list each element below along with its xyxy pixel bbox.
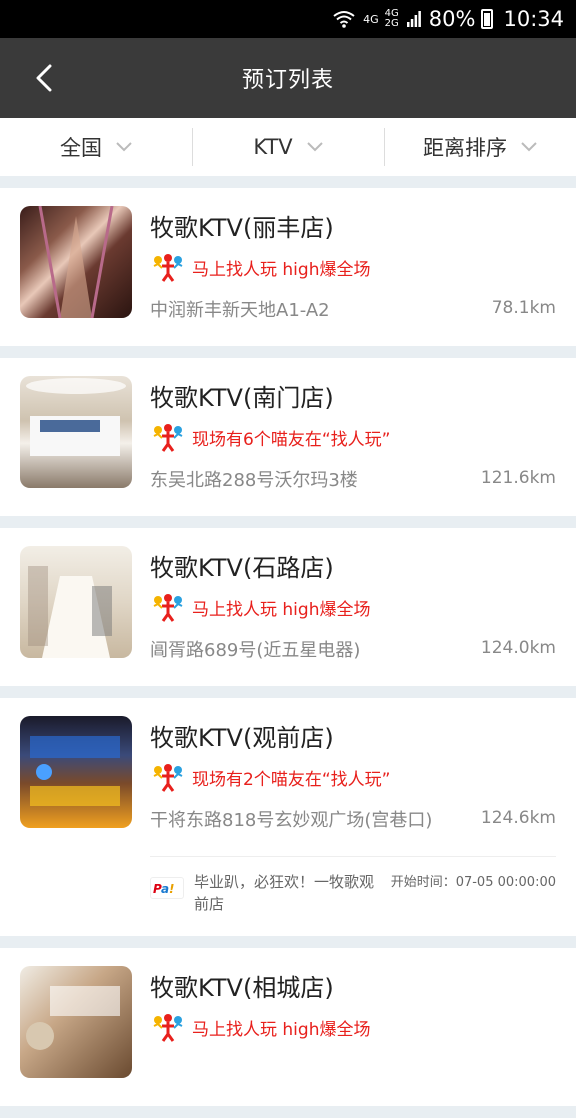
promo-line: 现场有6个喵友在“找人玩” (150, 422, 390, 452)
store-name: 牧歌KTV(南门店) (150, 384, 334, 412)
filter-bar: 全国 KTV 距离排序 (0, 118, 576, 176)
filter-category[interactable]: KTV (192, 118, 384, 176)
chevron-down-icon (521, 142, 537, 152)
store-distance: 121.6km (480, 468, 556, 488)
filter-region[interactable]: 全国 (0, 118, 192, 176)
store-name: 牧歌KTV(石路店) (150, 554, 334, 582)
promo-line: 马上找人玩 high爆全场 (150, 1012, 370, 1042)
store-photo (20, 966, 132, 1078)
party-people-icon (153, 254, 183, 282)
filter-sort[interactable]: 距离排序 (384, 118, 576, 176)
back-button[interactable] (26, 60, 62, 96)
promo-line: 现场有2个喵友在“找人玩” (150, 762, 390, 792)
network-signal: 4G 2G (385, 9, 399, 29)
store-address: 干将东路818号玄妙观广场(宫巷口) (150, 810, 433, 831)
filter-category-label: KTV (253, 135, 293, 159)
chevron-down-icon (116, 142, 132, 152)
promo-line: 马上找人玩 high爆全场 (150, 252, 370, 282)
chevron-down-icon (306, 142, 323, 152)
network-type: 4G (363, 12, 379, 26)
promo-text: 马上找人玩 high爆全场 (192, 259, 371, 280)
promo-line: 马上找人玩 high爆全场 (150, 592, 370, 622)
party-people-icon (153, 594, 183, 622)
store-address: 中润新丰新天地A1-A2 (150, 300, 330, 321)
store-address: 东吴北路288号沃尔玛3楼 (150, 470, 358, 491)
event-logo-icon: Pa! (150, 877, 184, 899)
store-distance: 124.0km (480, 638, 556, 658)
store-photo (20, 716, 132, 828)
store-photo (20, 376, 132, 488)
party-people-icon (153, 764, 183, 792)
chevron-left-icon (36, 64, 52, 92)
promo-text: 现场有6个喵友在“找人玩” (192, 429, 391, 450)
network-type-bottom: 2G (384, 18, 399, 29)
store-card[interactable]: 牧歌KTV(丽丰店) 马上找人玩 high爆全场 中润新丰新天地A1-A2 78… (0, 188, 576, 346)
battery-percent: 80% (428, 7, 476, 31)
store-distance: 124.6km (480, 808, 556, 828)
store-name: 牧歌KTV(观前店) (150, 724, 334, 752)
party-people-icon (153, 1014, 183, 1042)
event-title: 毕业趴，必狂欢！一牧歌观前店 (194, 873, 375, 913)
promo-text: 现场有2个喵友在“找人玩” (192, 769, 391, 790)
store-photo (20, 546, 132, 658)
event-item[interactable]: Pa! 毕业趴，必狂欢！一牧歌观前店 开始时间：07-05 00:00:00 (150, 856, 556, 936)
store-name: 牧歌KTV(相城店) (150, 974, 334, 1002)
promo-text: 马上找人玩 high爆全场 (192, 1019, 371, 1040)
store-card[interactable]: 牧歌KTV(石路店) 马上找人玩 high爆全场 阊胥路689号(近五星电器) … (0, 528, 576, 686)
store-name: 牧歌KTV(丽丰店) (150, 214, 334, 242)
clock: 10:34 (503, 7, 564, 31)
filter-region-label: 全国 (60, 136, 102, 160)
promo-text: 马上找人玩 high爆全场 (192, 599, 371, 620)
wifi-icon (333, 10, 355, 28)
app-header: 预订列表 (0, 38, 576, 118)
svg-text:!: ! (169, 882, 174, 896)
event-start-time: 开始时间：07-05 00:00:00 (390, 875, 556, 890)
filter-sort-label: 距离排序 (423, 136, 507, 160)
store-address: 阊胥路689号(近五星电器) (150, 640, 361, 661)
store-card[interactable]: 牧歌KTV(南门店) 现场有6个喵友在“找人玩” 东吴北路288号沃尔玛3楼 1… (0, 358, 576, 516)
page-title: 预订列表 (241, 68, 334, 93)
store-card[interactable]: 牧歌KTV(相城店) 马上找人玩 high爆全场 (0, 948, 576, 1106)
svg-text:a: a (161, 882, 169, 896)
party-people-icon (153, 424, 183, 452)
battery-icon (481, 9, 494, 29)
status-bar: 4G 4G 2G 80% 10:34 (0, 0, 576, 38)
store-photo (20, 206, 132, 318)
store-distance: 78.1km (491, 298, 556, 318)
store-card[interactable]: 牧歌KTV(观前店) 现场有2个喵友在“找人玩” 干将东路818号玄妙观广场(宫… (0, 698, 576, 936)
store-list: 牧歌KTV(丽丰店) 马上找人玩 high爆全场 中润新丰新天地A1-A2 78… (0, 188, 576, 1118)
signal-icon (406, 11, 421, 27)
